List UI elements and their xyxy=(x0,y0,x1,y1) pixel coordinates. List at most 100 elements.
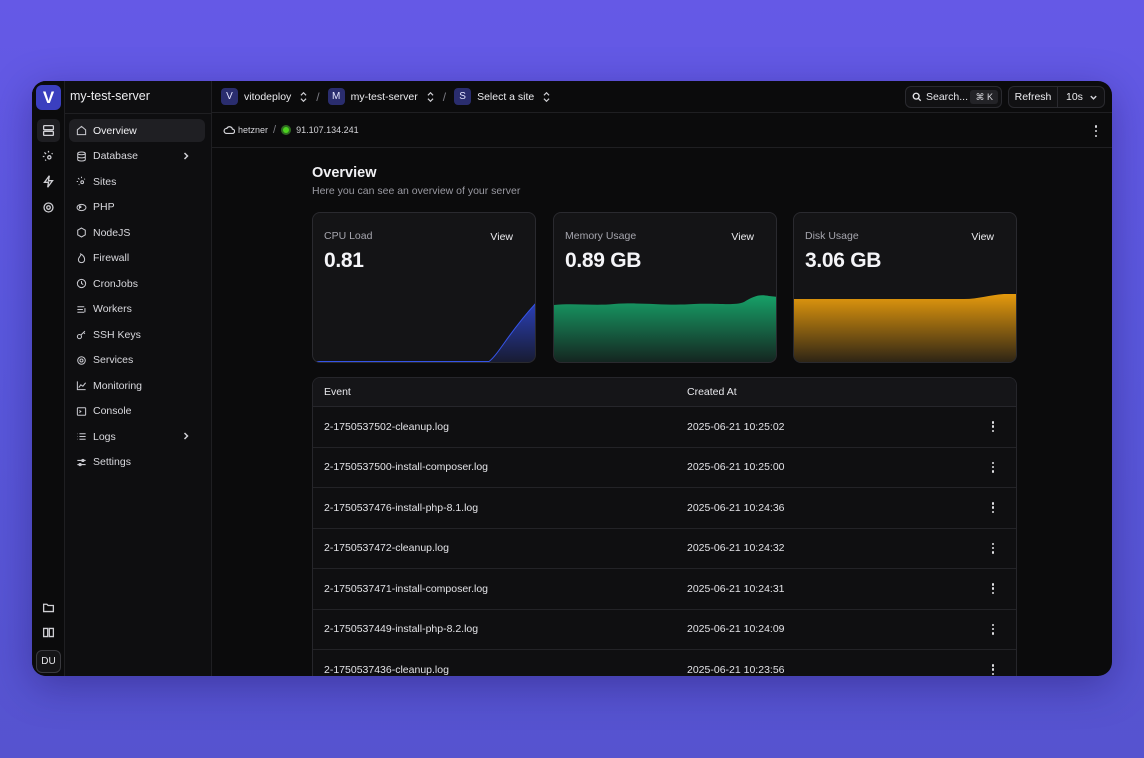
sidebar-item-cronjobs[interactable]: CronJobs xyxy=(69,272,205,295)
row-actions-icon[interactable] xyxy=(991,461,995,473)
page-subtitle: Here you can see an overview of your ser… xyxy=(312,185,521,197)
row-actions-icon[interactable] xyxy=(991,502,995,513)
cpu-load-card: CPU Load View 0.81 xyxy=(312,212,536,363)
site-badge: S xyxy=(454,88,472,105)
chevron-down-icon xyxy=(1090,95,1097,100)
chevron-updown-icon xyxy=(300,91,307,102)
sidebar-item-label: Database xyxy=(93,150,138,162)
sidebar-item-monitoring[interactable]: Monitoring xyxy=(69,374,205,397)
breadcrumb-separator: / xyxy=(316,89,320,104)
book-icon[interactable] xyxy=(37,621,60,644)
sidebar-item-label: Firewall xyxy=(93,252,130,264)
view-button[interactable]: View xyxy=(731,231,754,243)
created-at-cell: 2025-06-21 10:24:32 xyxy=(687,542,785,555)
memory-usage-card: Memory Usage View 0.89 GB xyxy=(553,212,777,363)
list-icon xyxy=(77,433,86,440)
folder-icon[interactable] xyxy=(37,596,60,619)
disk-usage-card: Disk Usage View 3.06 GB xyxy=(793,212,1017,363)
created-at-cell: 2025-06-21 10:24:09 xyxy=(687,623,785,636)
card-label: Memory Usage xyxy=(565,230,637,242)
sidebar-item-workers[interactable]: Workers xyxy=(69,298,205,321)
clock-icon xyxy=(76,278,87,289)
row-actions-icon[interactable] xyxy=(991,583,995,594)
more-options-icon[interactable] xyxy=(1094,125,1098,137)
provider-label[interactable]: hetzner xyxy=(238,125,268,135)
event-cell: 2-1750537449-install-php-8.2.log xyxy=(324,623,479,636)
database-icon xyxy=(77,151,86,161)
created-at-column-header: Created At xyxy=(687,386,737,398)
cloud-icon xyxy=(223,126,235,135)
card-label: CPU Load xyxy=(324,230,373,242)
row-actions-icon[interactable] xyxy=(991,664,995,675)
view-button[interactable]: View xyxy=(490,231,513,243)
site-selector[interactable]: S Select a site xyxy=(454,88,551,105)
card-value: 0.89 GB xyxy=(565,249,642,272)
page-title: Overview xyxy=(312,165,377,181)
table-body: 2-1750537502-cleanup.log 2025-06-21 10:25… xyxy=(313,407,1016,676)
view-button[interactable]: View xyxy=(971,231,994,243)
search-button[interactable]: Search... ⌘ K xyxy=(905,86,1002,108)
sidebar-item-firewall[interactable]: Firewall xyxy=(69,247,205,270)
refresh-interval-select[interactable]: 10s xyxy=(1058,86,1105,108)
refresh-button[interactable]: Refresh xyxy=(1008,86,1058,108)
sidebar-item-php[interactable]: PHP xyxy=(69,196,205,219)
settings-icon[interactable] xyxy=(37,196,60,219)
server-ip[interactable]: 91.107.134.241 xyxy=(296,125,359,135)
project-label: vitodeploy xyxy=(244,90,292,103)
sites-icon[interactable] xyxy=(37,145,60,168)
event-cell: 2-1750537472-cleanup.log xyxy=(324,542,449,555)
sidebar-item-services[interactable]: Services xyxy=(69,349,205,372)
sites-icon xyxy=(76,176,86,186)
table-row: 2-1750537500-install-composer.log 2025-06… xyxy=(313,448,1016,488)
sidebar-item-console[interactable]: Console xyxy=(69,400,205,423)
sidebar-item-database[interactable]: Database xyxy=(69,145,205,168)
created-at-cell: 2025-06-21 10:24:36 xyxy=(687,501,785,514)
flash-icon[interactable] xyxy=(37,170,60,193)
sidebar: my-test-server Overview Database Sites PHP N… xyxy=(65,81,212,676)
event-cell: 2-1750537502-cleanup.log xyxy=(324,420,449,433)
created-at-cell: 2025-06-21 10:24:31 xyxy=(687,582,785,595)
sidebar-item-nodejs[interactable]: NodeJS xyxy=(69,221,205,244)
chevron-updown-icon xyxy=(427,91,434,102)
server-info-bar: hetzner / 91.107.134.241 xyxy=(212,113,1112,148)
icon-rail: V DU xyxy=(32,81,65,676)
sidebar-item-settings[interactable]: Settings xyxy=(69,451,205,474)
sidebar-item-ssh-keys[interactable]: SSH Keys xyxy=(69,323,205,346)
servers-icon[interactable] xyxy=(37,119,60,142)
events-table: Event Created At 2-1750537502-cleanup.lo… xyxy=(312,377,1017,676)
row-actions-icon[interactable] xyxy=(991,421,995,432)
php-icon xyxy=(76,203,87,211)
sidebar-item-label: PHP xyxy=(93,201,115,213)
server-badge: M xyxy=(327,88,345,105)
table-row: 2-1750537472-cleanup.log 2025-06-21 10:24… xyxy=(313,529,1016,569)
chevron-right-icon xyxy=(183,151,189,160)
sidebar-item-label: Settings xyxy=(93,456,131,468)
created-at-cell: 2025-06-21 10:25:02 xyxy=(687,420,785,433)
sidebar-item-label: Logs xyxy=(93,430,116,443)
sliders-icon xyxy=(77,458,86,466)
app-logo[interactable]: V xyxy=(36,85,61,110)
row-actions-icon[interactable] xyxy=(991,542,995,554)
sidebar-item-overview[interactable]: Overview xyxy=(69,119,205,142)
server-selector[interactable]: M my-test-server xyxy=(327,88,435,105)
table-row: 2-1750537476-install-php-8.1.log 2025-06-… xyxy=(313,488,1016,529)
search-icon xyxy=(912,92,922,102)
user-avatar[interactable]: DU xyxy=(36,650,61,673)
created-at-cell: 2025-06-21 10:25:00 xyxy=(687,461,785,474)
sidebar-nav: Overview Database Sites PHP NodeJS Firewall Cr… xyxy=(69,119,205,476)
status-indicator xyxy=(281,125,292,135)
row-actions-icon[interactable] xyxy=(991,623,995,635)
table-header: Event Created At xyxy=(313,378,1016,407)
sidebar-item-logs[interactable]: Logs xyxy=(69,425,205,448)
cpu-load-sparkline xyxy=(313,303,535,362)
table-row: 2-1750537436-cleanup.log 2025-06-21 10:23… xyxy=(313,650,1016,676)
search-label: Search... xyxy=(926,91,969,103)
project-badge: V xyxy=(221,88,238,105)
chevron-right-icon xyxy=(183,432,189,440)
search-shortcut: ⌘ K xyxy=(970,90,998,104)
interval-value: 10s xyxy=(1066,91,1083,103)
key-icon xyxy=(76,330,86,340)
table-row: 2-1750537502-cleanup.log 2025-06-21 10:25… xyxy=(313,407,1016,448)
sidebar-item-sites[interactable]: Sites xyxy=(69,170,205,193)
project-selector[interactable]: V vitodeploy xyxy=(221,88,308,105)
